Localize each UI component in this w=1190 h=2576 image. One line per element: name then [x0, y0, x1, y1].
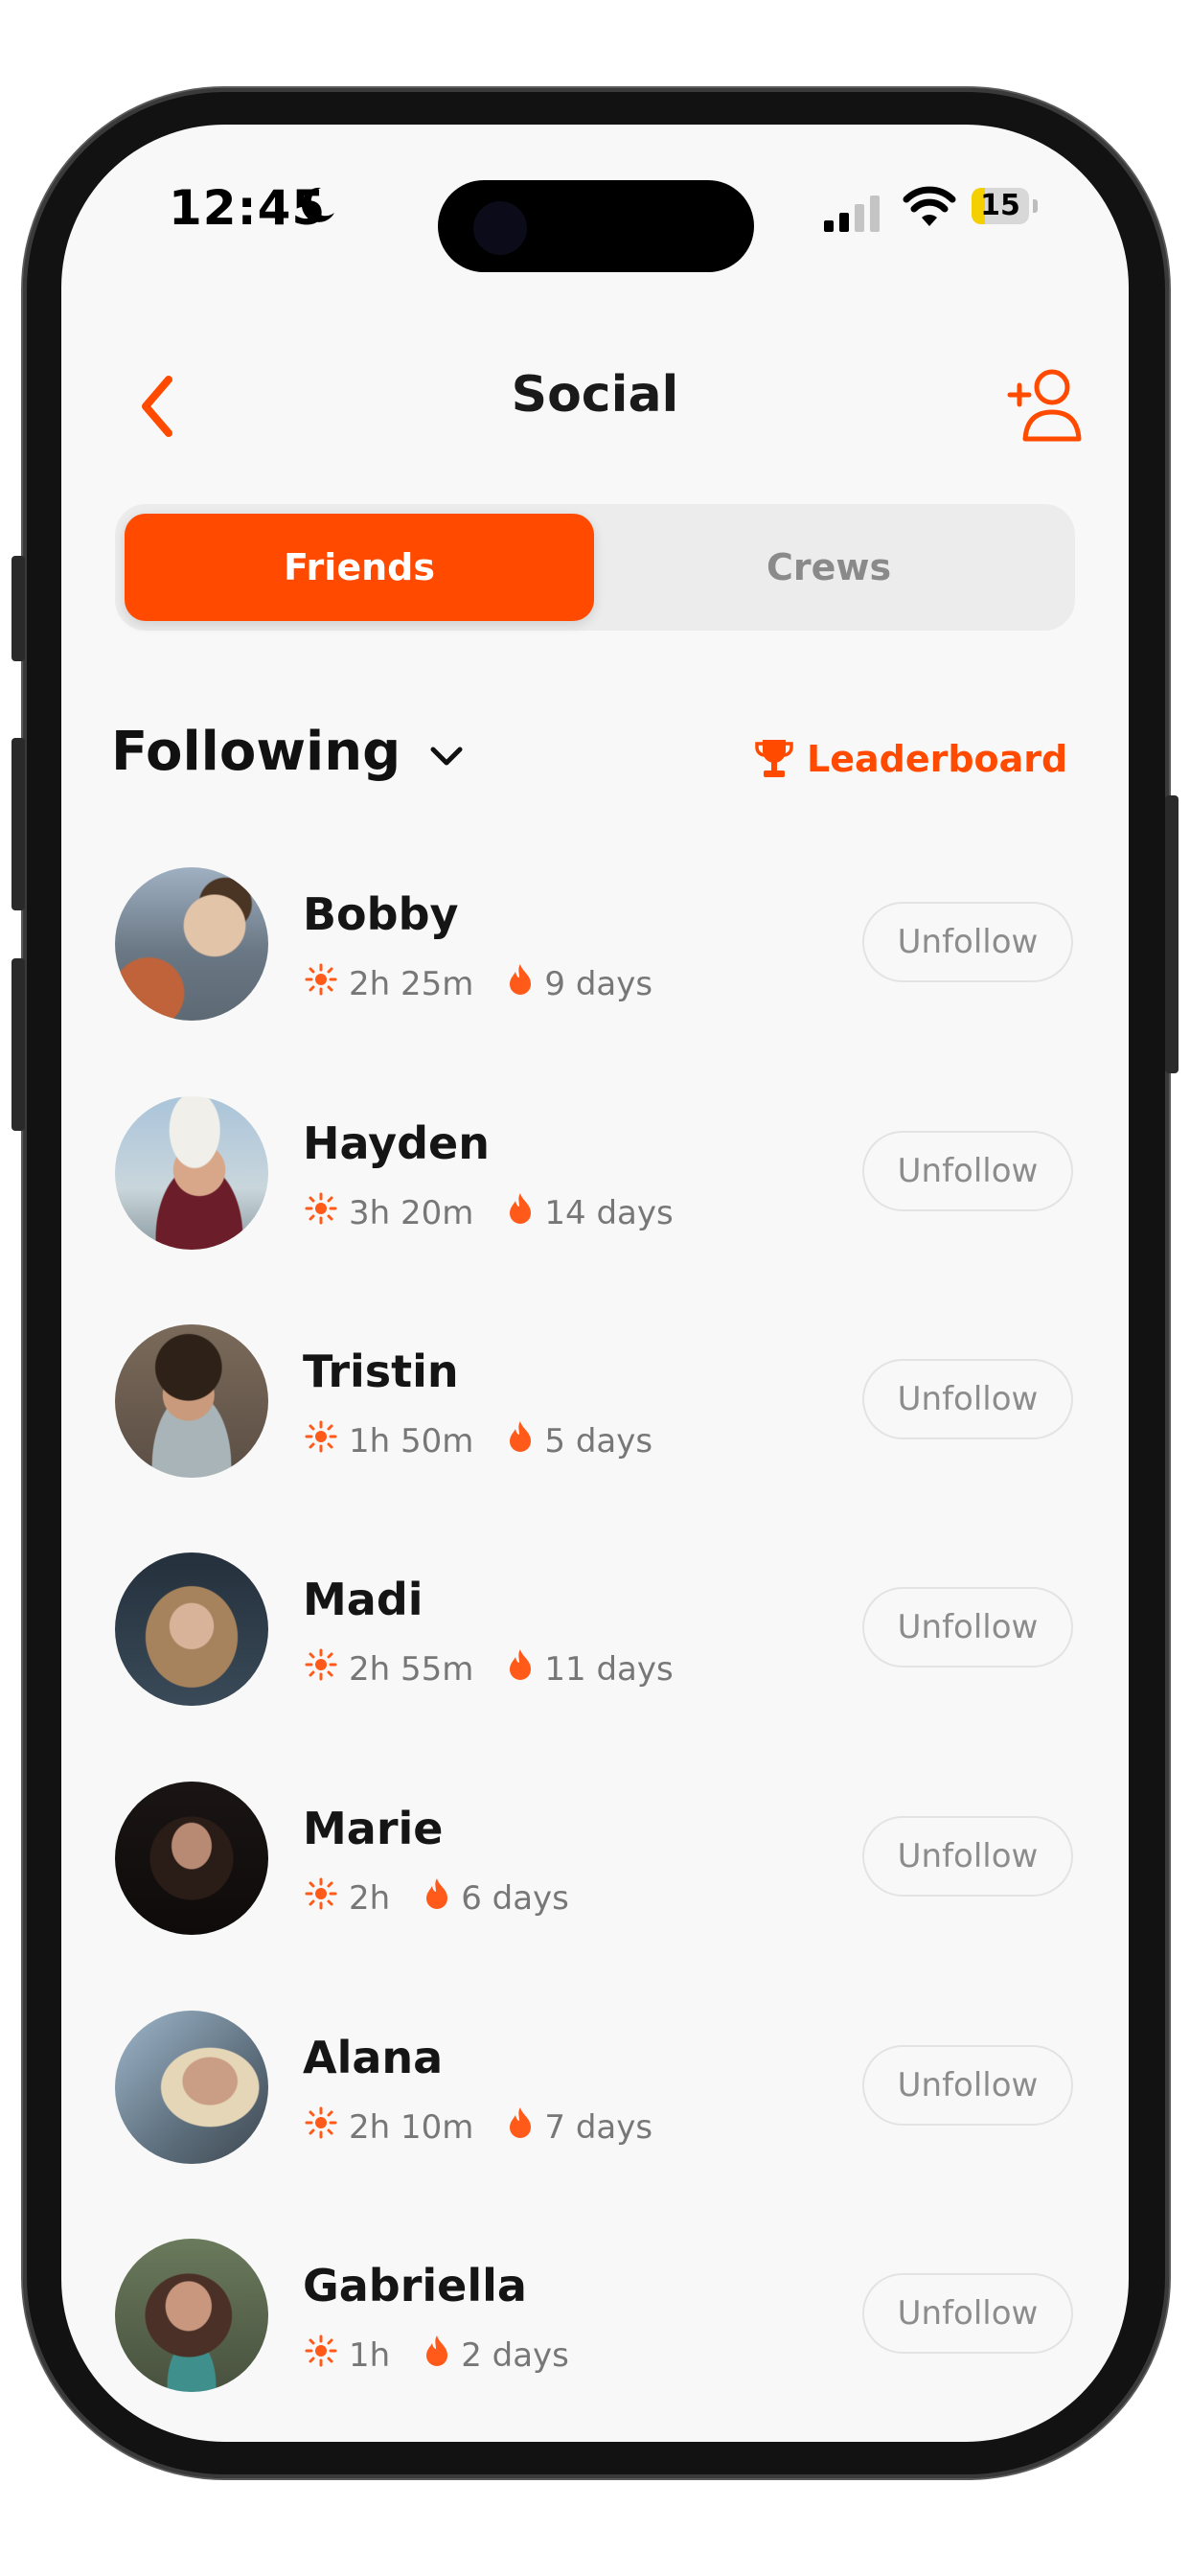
screen-time: 2h 25m	[349, 964, 474, 1003]
page-title: Social	[511, 366, 679, 424]
flame-icon	[508, 2106, 533, 2148]
sun-icon	[305, 1192, 337, 1233]
volume-down-button	[11, 958, 25, 1131]
sun-icon	[305, 1877, 337, 1919]
flame-icon	[424, 2334, 449, 2376]
flame-icon	[508, 963, 533, 1004]
unfollow-button[interactable]: Unfollow	[862, 1816, 1073, 1897]
friend-stats: 2h 6 days	[305, 1877, 569, 1919]
sun-icon	[305, 963, 337, 1004]
friend-stats: 3h 20m 14 days	[305, 1192, 674, 1233]
battery-icon: 15	[972, 188, 1029, 224]
friend-name: Marie	[303, 1803, 444, 1854]
friend-stats: 1h 50m 5 days	[305, 1420, 652, 1461]
leaderboard-label: Leaderboard	[807, 738, 1068, 780]
battery-tip	[1033, 199, 1038, 213]
avatar[interactable]	[115, 2239, 268, 2392]
avatar[interactable]	[115, 1552, 268, 1706]
following-filter-label[interactable]: Following	[111, 721, 400, 783]
streak-days: 5 days	[544, 1421, 653, 1460]
unfollow-button[interactable]: Unfollow	[862, 1131, 1073, 1211]
screen-time: 3h 20m	[349, 1193, 474, 1232]
streak-days: 7 days	[544, 2107, 653, 2147]
cellular-signal-icon	[824, 196, 880, 232]
friend-row[interactable]: Alana 2h 10m 7 days Unfollow	[61, 2011, 1129, 2202]
friend-row[interactable]: Madi 2h 55m 11 days Unfollow	[61, 1552, 1129, 1744]
sun-icon	[305, 1648, 337, 1690]
trophy-icon	[755, 740, 793, 777]
friend-row[interactable]: Gabriella 1h 2 days Unfollow	[61, 2239, 1129, 2430]
battery-level: 15	[980, 189, 1020, 222]
sun-icon	[305, 1420, 337, 1461]
camera-icon	[473, 201, 527, 255]
friend-row[interactable]: Marie 2h 6 days Unfollow	[61, 1782, 1129, 1973]
friend-stats: 2h 10m 7 days	[305, 2106, 652, 2148]
unfollow-button[interactable]: Unfollow	[862, 2273, 1073, 2354]
friend-stats: 2h 25m 9 days	[305, 963, 652, 1004]
screen-time: 1h 50m	[349, 1421, 474, 1460]
unfollow-button[interactable]: Unfollow	[862, 2045, 1073, 2126]
friend-stats: 2h 55m 11 days	[305, 1648, 674, 1690]
unfollow-button[interactable]: Unfollow	[862, 902, 1073, 982]
avatar[interactable]	[115, 2011, 268, 2164]
avatar[interactable]	[115, 1324, 268, 1478]
avatar[interactable]	[115, 1096, 268, 1250]
flame-icon	[508, 1420, 533, 1461]
avatar[interactable]	[115, 867, 268, 1021]
streak-days: 2 days	[461, 2335, 569, 2375]
friend-name: Tristin	[303, 1346, 459, 1397]
power-button	[1165, 795, 1179, 1073]
flame-icon	[508, 1648, 533, 1690]
friend-row[interactable]: Hayden 3h 20m 14 days Unfollow	[61, 1096, 1129, 1288]
friend-name: Madi	[303, 1574, 423, 1625]
wifi-icon	[903, 186, 956, 226]
unfollow-button[interactable]: Unfollow	[862, 1587, 1073, 1668]
sun-icon	[305, 2106, 337, 2148]
action-button	[11, 556, 25, 661]
screen-time: 1h	[349, 2335, 391, 2375]
add-friend-icon[interactable]	[1004, 360, 1090, 447]
app-screen: 12:45 15 Social Friends Crews Following	[61, 125, 1129, 2442]
sun-icon	[305, 2334, 337, 2376]
chevron-down-icon[interactable]	[427, 744, 466, 770]
friend-name: Gabriella	[303, 2260, 527, 2312]
avatar[interactable]	[115, 1782, 268, 1935]
tab-friends[interactable]: Friends	[125, 514, 594, 621]
friend-name: Bobby	[303, 888, 459, 940]
screen-time: 2h 10m	[349, 2107, 474, 2147]
tab-crews[interactable]: Crews	[594, 514, 1064, 621]
flame-icon	[508, 1192, 533, 1233]
unfollow-button[interactable]: Unfollow	[862, 1359, 1073, 1439]
friend-name: Hayden	[303, 1117, 490, 1169]
screen-time: 2h 55m	[349, 1649, 474, 1689]
leaderboard-link[interactable]: Leaderboard	[755, 730, 1067, 788]
friend-name: Alana	[303, 2032, 444, 2083]
streak-days: 6 days	[461, 1878, 569, 1918]
moon-icon	[301, 187, 334, 222]
friend-stats: 1h 2 days	[305, 2334, 569, 2376]
streak-days: 11 days	[544, 1649, 674, 1689]
friend-row[interactable]: Bobby 2h 25m 9 days Unfollow	[61, 867, 1129, 1059]
volume-up-button	[11, 738, 25, 910]
friend-row[interactable]: Tristin 1h 50m 5 days Unfollow	[61, 1324, 1129, 1516]
screen-time: 2h	[349, 1878, 391, 1918]
streak-days: 14 days	[544, 1193, 674, 1232]
flame-icon	[424, 1877, 449, 1919]
streak-days: 9 days	[544, 964, 653, 1003]
